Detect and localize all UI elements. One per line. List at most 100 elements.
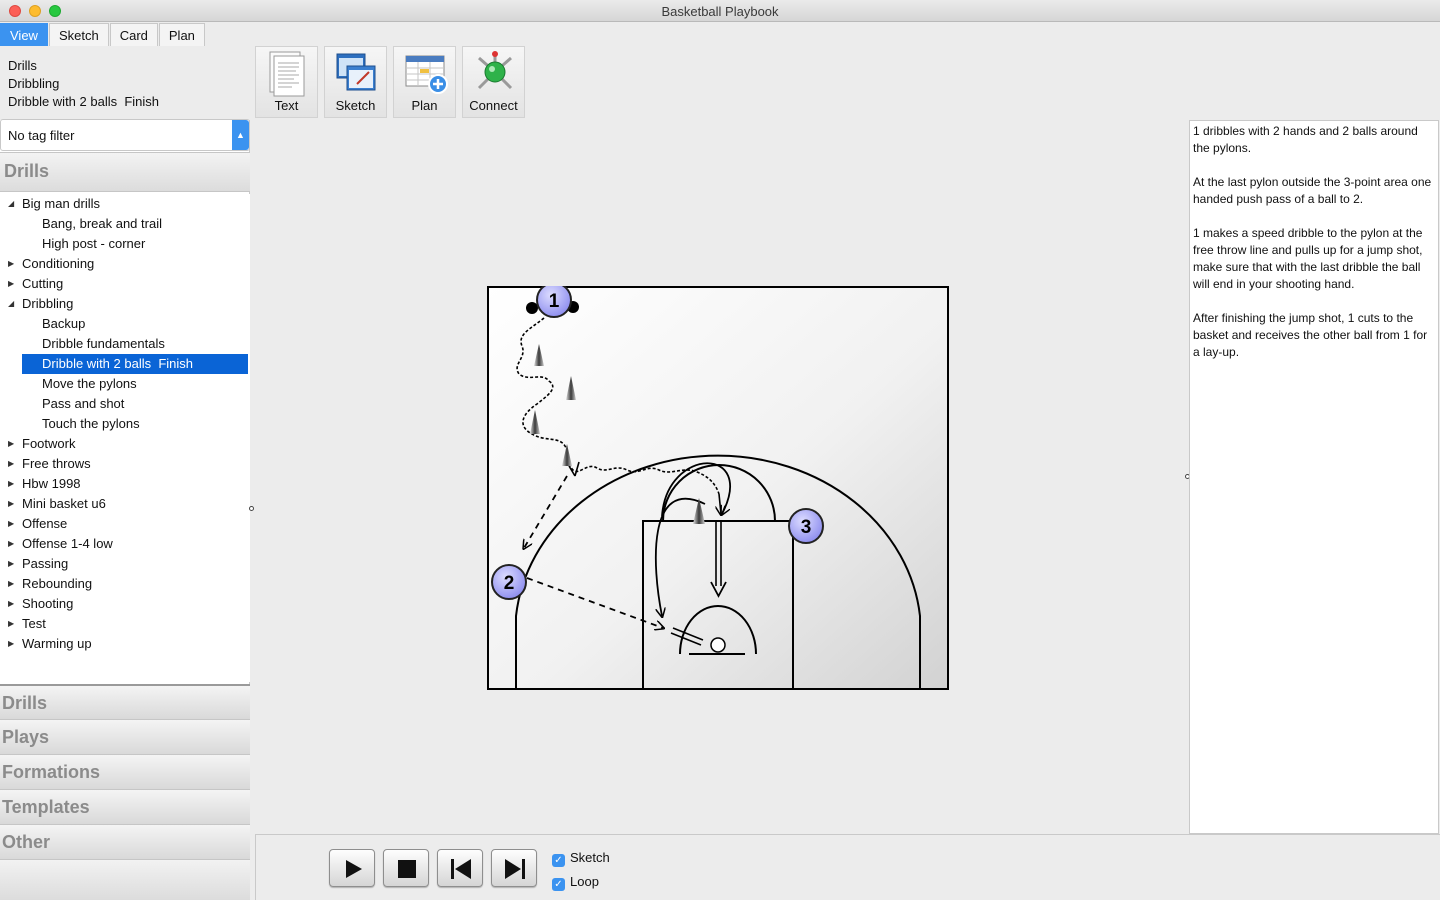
accordion-drills[interactable]: Drills: [0, 684, 250, 719]
mode-tabs: View Sketch Card Plan: [0, 23, 206, 46]
disclosure-closed-icon[interactable]: ▶: [8, 534, 14, 554]
text-button[interactable]: Text: [255, 46, 318, 118]
tree-item-mini-basket-u6[interactable]: ▶ Mini basket u6: [0, 494, 250, 514]
tree-item-high-post-corner[interactable]: High post - corner: [0, 234, 250, 254]
tree-item-passing[interactable]: ▶ Passing: [0, 554, 250, 574]
tree-item-backup[interactable]: Backup: [0, 314, 250, 334]
accordion-other[interactable]: Other: [0, 824, 250, 859]
connect-button[interactable]: Connect: [462, 46, 525, 118]
player-3-number: 3: [801, 517, 812, 538]
breadcrumb-item: Dribbling: [8, 76, 60, 91]
court-diagram[interactable]: 1 2 3: [487, 286, 953, 694]
tree-item-cutting[interactable]: ▶ Cutting: [0, 274, 250, 294]
tree-item-dribble-2-balls-selected[interactable]: Dribble with 2 balls Finish: [22, 354, 248, 374]
plan-button[interactable]: Plan: [393, 46, 456, 118]
left-panel: Drills Dribbling Dribble with 2 balls Fi…: [0, 46, 250, 900]
disclosure-closed-icon[interactable]: ▶: [8, 594, 14, 614]
tree-item-dribbling[interactable]: ◢ Dribbling: [0, 294, 250, 314]
disclosure-closed-icon[interactable]: ▶: [8, 274, 14, 294]
tree-item-big-man-drills[interactable]: ◢ Big man drills: [0, 194, 250, 214]
splitter-handle-left[interactable]: [249, 506, 254, 511]
note-paragraph: 1 dribbles with 2 hands and 2 balls arou…: [1193, 124, 1418, 155]
tree-item-shooting[interactable]: ▶ Shooting: [0, 594, 250, 614]
chevron-updown-icon[interactable]: ▲: [232, 120, 249, 150]
stop-icon: [398, 860, 416, 878]
checkmark-icon[interactable]: ✓: [552, 878, 565, 891]
sketch-checkbox[interactable]: ✓ Sketch: [552, 850, 610, 867]
sketch-button-label: Sketch: [335, 98, 376, 113]
tree-item-bang-break-trail[interactable]: Bang, break and trail: [0, 214, 250, 234]
text-document-icon: [269, 51, 305, 97]
skip-forward-icon: [505, 859, 525, 879]
tree-item-conditioning[interactable]: ▶ Conditioning: [0, 254, 250, 274]
disclosure-closed-icon[interactable]: ▶: [8, 574, 14, 594]
tab-sketch[interactable]: Sketch: [48, 23, 109, 46]
plan-button-label: Plan: [411, 98, 438, 113]
player-3[interactable]: 3: [788, 508, 824, 544]
tree-item-touch-the-pylons[interactable]: Touch the pylons: [0, 414, 250, 434]
tree-item-offense[interactable]: ▶ Offense: [0, 514, 250, 534]
sketch-checkbox-label: Sketch: [570, 850, 610, 865]
sketch-button[interactable]: Sketch: [324, 46, 387, 118]
sketch-canvas[interactable]: 1 2 3: [255, 120, 1188, 832]
court-floor: [487, 286, 949, 690]
disclosure-closed-icon[interactable]: ▶: [8, 614, 14, 634]
tree-item-test[interactable]: ▶ Test: [0, 614, 250, 634]
tag-filter-value: No tag filter: [8, 128, 75, 143]
breadcrumb: Drills Dribbling Dribble with 2 balls Fi…: [0, 46, 250, 120]
accordion-footer: [0, 859, 250, 900]
player-2-number: 2: [504, 573, 515, 594]
disclosure-closed-icon[interactable]: ▶: [8, 634, 14, 654]
tree-item-warming-up[interactable]: ▶ Warming up: [0, 634, 250, 654]
accordion-plays[interactable]: Plays: [0, 719, 250, 754]
drills-section-header[interactable]: Drills: [0, 152, 250, 192]
window-title: Basketball Playbook: [661, 4, 779, 19]
connect-network-icon: [477, 51, 513, 90]
player-1-number: 1: [549, 291, 560, 312]
tree-item-rebounding[interactable]: ▶ Rebounding: [0, 574, 250, 594]
disclosure-closed-icon[interactable]: ▶: [8, 494, 14, 514]
toolbar: Text Sketch Plan Connect: [255, 46, 531, 118]
disclosure-closed-icon[interactable]: ▶: [8, 474, 14, 494]
disclosure-closed-icon[interactable]: ▶: [8, 254, 14, 274]
stop-button[interactable]: [383, 849, 429, 887]
drill-tree: ◢ Big man drills Bang, break and trail Hi…: [0, 194, 250, 682]
tree-item-dribble-fundamentals[interactable]: Dribble fundamentals: [0, 334, 250, 354]
tag-filter-select[interactable]: No tag filter ▲: [0, 119, 250, 151]
loop-checkbox[interactable]: ✓ Loop: [552, 874, 599, 891]
disclosure-open-icon[interactable]: ◢: [8, 194, 14, 214]
plan-calendar-icon: [405, 55, 448, 94]
text-button-label: Text: [274, 98, 299, 113]
tree-item-hbw-1998[interactable]: ▶ Hbw 1998: [0, 474, 250, 494]
tab-card[interactable]: Card: [109, 23, 158, 46]
skip-back-button[interactable]: [437, 849, 483, 887]
loop-checkbox-label: Loop: [570, 874, 599, 889]
accordion-formations[interactable]: Formations: [0, 754, 250, 789]
tree-item-free-throws[interactable]: ▶ Free throws: [0, 454, 250, 474]
tree-item-offense-1-4-low[interactable]: ▶ Offense 1-4 low: [0, 534, 250, 554]
accordion-templates[interactable]: Templates: [0, 789, 250, 824]
ball-left: [526, 302, 538, 314]
drill-description[interactable]: 1 dribbles with 2 hands and 2 balls arou…: [1189, 120, 1439, 834]
tree-item-move-the-pylons[interactable]: Move the pylons: [0, 374, 250, 394]
disclosure-closed-icon[interactable]: ▶: [8, 454, 14, 474]
disclosure-open-icon[interactable]: ◢: [8, 294, 14, 314]
breadcrumb-item: Drills: [8, 58, 37, 73]
skip-forward-button[interactable]: [491, 849, 537, 887]
disclosure-closed-icon[interactable]: ▶: [8, 554, 14, 574]
disclosure-closed-icon[interactable]: ▶: [8, 514, 14, 534]
tree-item-footwork[interactable]: ▶ Footwork: [0, 434, 250, 454]
player-1[interactable]: 1: [536, 286, 572, 318]
tab-plan[interactable]: Plan: [158, 23, 205, 46]
tab-view[interactable]: View: [0, 23, 48, 46]
play-button[interactable]: [329, 849, 375, 887]
basket-rim: [710, 637, 726, 653]
play-icon: [346, 860, 362, 878]
disclosure-closed-icon[interactable]: ▶: [8, 434, 14, 454]
title-bar: Basketball Playbook: [0, 0, 1440, 22]
note-paragraph: 1 makes a speed dribble to the pylon at …: [1193, 226, 1423, 291]
note-paragraph: After finishing the jump shot, 1 cuts to…: [1193, 311, 1428, 359]
player-2[interactable]: 2: [491, 564, 527, 600]
tree-item-pass-and-shot[interactable]: Pass and shot: [0, 394, 250, 414]
checkmark-icon[interactable]: ✓: [552, 854, 565, 867]
